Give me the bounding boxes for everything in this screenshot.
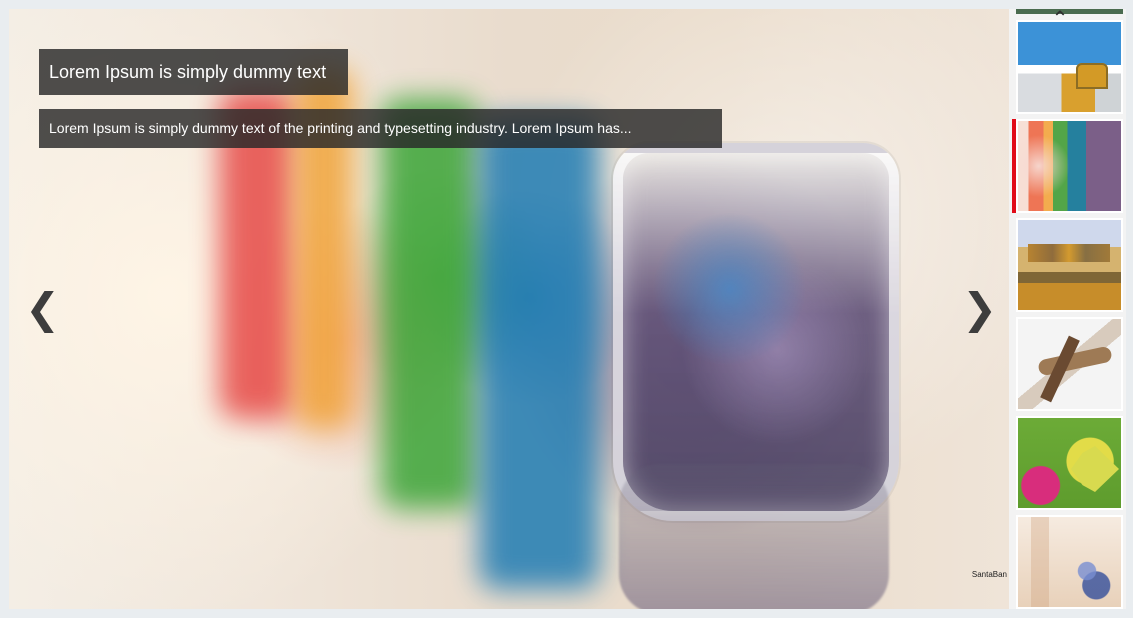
thumbnail-sunset-temple[interactable] — [1016, 218, 1123, 312]
thumbnail-sidebar: ⌃ ⤢ — [1009, 9, 1126, 609]
slide-title: Lorem Ipsum is simply dummy text — [39, 49, 348, 95]
blurred-green-glass — [381, 99, 477, 509]
main-slide[interactable]: Lorem Ipsum is simply dummy text Lorem I… — [9, 9, 1009, 609]
thumbnail-temple[interactable] — [1016, 20, 1123, 114]
thumbnail-wooden-plane[interactable] — [1016, 317, 1123, 411]
image-credit: SantaBan — [971, 570, 1007, 579]
blurred-blue-glass — [479, 119, 599, 589]
thumbnail-butterfly[interactable] — [1016, 416, 1123, 510]
thumbnail-cards[interactable] — [1016, 515, 1123, 609]
glass-reflection — [619, 464, 889, 609]
thumbnail-glasses[interactable] — [1016, 119, 1123, 213]
gallery-slider: Lorem Ipsum is simply dummy text Lorem I… — [9, 9, 1126, 609]
next-slide-arrow-icon[interactable]: ❯ — [962, 288, 997, 330]
slide-description: Lorem Ipsum is simply dummy text of the … — [39, 109, 722, 148]
previous-slide-arrow-icon[interactable]: ❮ — [25, 288, 60, 330]
